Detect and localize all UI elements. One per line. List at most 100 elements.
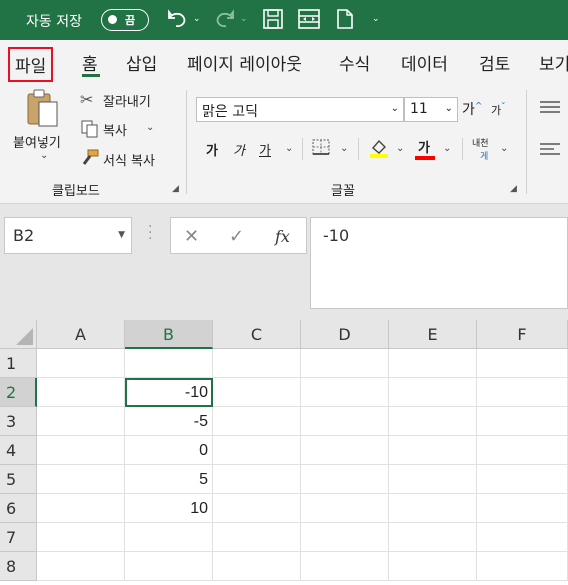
tab-formulas[interactable]: 수식 bbox=[339, 50, 370, 75]
align-left-icon[interactable] bbox=[540, 142, 560, 156]
cell-b1[interactable] bbox=[125, 349, 213, 378]
column-header-e[interactable]: E bbox=[389, 320, 477, 349]
cell-a4[interactable] bbox=[37, 436, 125, 465]
cell-c6[interactable] bbox=[213, 494, 301, 523]
autosave-toggle[interactable]: 끔 bbox=[101, 9, 149, 31]
cell-c2[interactable] bbox=[213, 378, 301, 407]
cell-c4[interactable] bbox=[213, 436, 301, 465]
copy-dropdown-icon[interactable]: ⌄ bbox=[146, 122, 154, 133]
row-header-2[interactable]: 2 bbox=[0, 378, 37, 407]
cell-f6[interactable] bbox=[477, 494, 568, 523]
fill-color-dropdown-icon[interactable]: ⌄ bbox=[396, 143, 404, 154]
tab-insert[interactable]: 삽입 bbox=[126, 50, 157, 75]
cell-f1[interactable] bbox=[477, 349, 568, 378]
cell-e3[interactable] bbox=[389, 407, 477, 436]
column-header-c[interactable]: C bbox=[213, 320, 301, 349]
shrink-font-button[interactable]: 가ˇ bbox=[491, 102, 506, 118]
row-header-3[interactable]: 3 bbox=[0, 407, 37, 436]
cell-b2[interactable]: -10 bbox=[125, 378, 213, 407]
grow-font-button[interactable]: 가^ bbox=[462, 99, 482, 119]
tab-data[interactable]: 데이터 bbox=[401, 50, 448, 75]
borders-dropdown-icon[interactable]: ⌄ bbox=[340, 143, 348, 154]
cell-f3[interactable] bbox=[477, 407, 568, 436]
insert-function-icon[interactable]: fx bbox=[275, 227, 290, 246]
enter-icon[interactable]: ✓ bbox=[229, 226, 244, 247]
cell-a3[interactable] bbox=[37, 407, 125, 436]
formula-input[interactable]: -10 bbox=[310, 217, 568, 309]
cell-c1[interactable] bbox=[213, 349, 301, 378]
cell-e1[interactable] bbox=[389, 349, 477, 378]
cell-e2[interactable] bbox=[389, 378, 477, 407]
font-name-select[interactable]: 맑은 고딕 ⌄ bbox=[196, 97, 404, 122]
row-header-7[interactable]: 7 bbox=[0, 523, 37, 552]
cell-b3[interactable]: -5 bbox=[125, 407, 213, 436]
cell-b8[interactable] bbox=[125, 552, 213, 581]
form-icon[interactable] bbox=[297, 8, 321, 30]
tab-file[interactable]: 파일 bbox=[8, 47, 54, 82]
name-box-dropdown-icon[interactable]: ▼ bbox=[118, 230, 125, 240]
new-document-icon[interactable] bbox=[335, 8, 355, 30]
row-header-1[interactable]: 1 bbox=[0, 349, 37, 378]
column-header-a[interactable]: A bbox=[37, 320, 125, 349]
cell-d3[interactable] bbox=[301, 407, 389, 436]
row-header-6[interactable]: 6 bbox=[0, 494, 37, 523]
cell-d1[interactable] bbox=[301, 349, 389, 378]
cell-f5[interactable] bbox=[477, 465, 568, 494]
cell-e4[interactable] bbox=[389, 436, 477, 465]
undo-dropdown-icon[interactable]: ⌄ bbox=[193, 14, 201, 24]
cell-a7[interactable] bbox=[37, 523, 125, 552]
cell-d8[interactable] bbox=[301, 552, 389, 581]
select-all-button[interactable] bbox=[0, 320, 37, 349]
font-size-select[interactable]: 11 ⌄ bbox=[404, 97, 458, 122]
cell-d2[interactable] bbox=[301, 378, 389, 407]
cell-a6[interactable] bbox=[37, 494, 125, 523]
cell-b7[interactable] bbox=[125, 523, 213, 552]
cell-b5[interactable]: 5 bbox=[125, 465, 213, 494]
cell-d4[interactable] bbox=[301, 436, 389, 465]
clipboard-launcher-icon[interactable]: ◢ bbox=[172, 184, 179, 194]
cell-b6[interactable]: 10 bbox=[125, 494, 213, 523]
customize-toolbar-icon[interactable]: ⌄ bbox=[372, 14, 380, 24]
fill-color-icon[interactable] bbox=[368, 137, 390, 159]
cell-f8[interactable] bbox=[477, 552, 568, 581]
tab-page-layout[interactable]: 페이지 레이아웃 bbox=[187, 50, 302, 75]
cell-e5[interactable] bbox=[389, 465, 477, 494]
font-launcher-icon[interactable]: ◢ bbox=[510, 184, 517, 194]
undo-icon[interactable] bbox=[166, 8, 188, 30]
cell-a5[interactable] bbox=[37, 465, 125, 494]
cell-f4[interactable] bbox=[477, 436, 568, 465]
tab-home[interactable]: 홈 bbox=[82, 50, 98, 75]
cell-a2[interactable] bbox=[37, 378, 125, 407]
cell-a1[interactable] bbox=[37, 349, 125, 378]
save-icon[interactable] bbox=[262, 8, 284, 30]
cancel-icon[interactable]: ✕ bbox=[184, 226, 199, 247]
row-header-8[interactable]: 8 bbox=[0, 552, 37, 581]
cell-f2[interactable] bbox=[477, 378, 568, 407]
column-header-d[interactable]: D bbox=[301, 320, 389, 349]
tab-view[interactable]: 보기 bbox=[539, 50, 568, 75]
cell-f7[interactable] bbox=[477, 523, 568, 552]
cell-c5[interactable] bbox=[213, 465, 301, 494]
cell-d6[interactable] bbox=[301, 494, 389, 523]
column-header-b[interactable]: B bbox=[125, 320, 213, 349]
borders-icon[interactable] bbox=[312, 139, 332, 157]
cell-a8[interactable] bbox=[37, 552, 125, 581]
row-header-5[interactable]: 5 bbox=[0, 465, 37, 494]
cell-d5[interactable] bbox=[301, 465, 389, 494]
cell-e7[interactable] bbox=[389, 523, 477, 552]
tab-review[interactable]: 검토 bbox=[479, 50, 510, 75]
underline-dropdown-icon[interactable]: ⌄ bbox=[285, 143, 293, 154]
underline-button[interactable]: 가 bbox=[259, 140, 271, 159]
top-align-icon[interactable] bbox=[540, 100, 560, 114]
row-header-4[interactable]: 4 bbox=[0, 436, 37, 465]
cell-d7[interactable] bbox=[301, 523, 389, 552]
cell-c8[interactable] bbox=[213, 552, 301, 581]
font-color-dropdown-icon[interactable]: ⌄ bbox=[443, 143, 451, 154]
cell-c7[interactable] bbox=[213, 523, 301, 552]
bold-button[interactable]: 가 bbox=[206, 140, 218, 159]
cell-c3[interactable] bbox=[213, 407, 301, 436]
splitter-handle-icon[interactable]: · · · bbox=[148, 220, 152, 246]
phonetic-dropdown-icon[interactable]: ⌄ bbox=[500, 143, 508, 154]
name-box[interactable]: B2 ▼ bbox=[4, 217, 132, 254]
cell-e6[interactable] bbox=[389, 494, 477, 523]
